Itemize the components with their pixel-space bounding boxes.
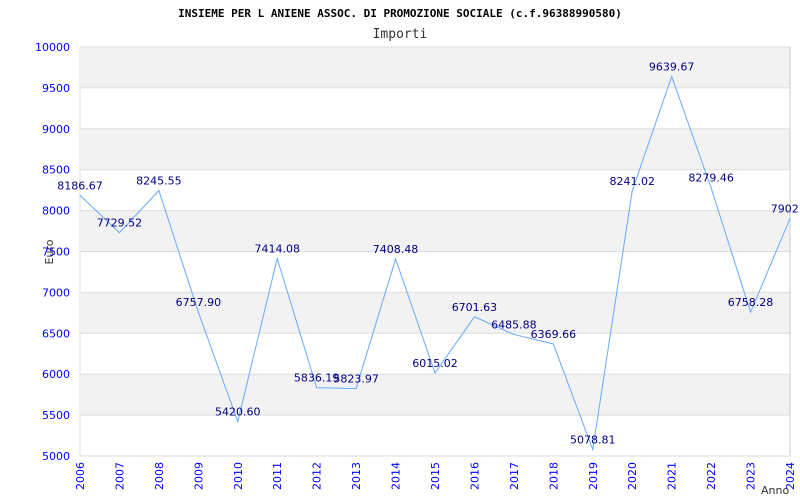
data-label: 9639.67 xyxy=(649,60,695,73)
x-tick-label: 2013 xyxy=(350,462,363,490)
x-tick-label: 2015 xyxy=(429,462,442,490)
data-point xyxy=(473,316,475,318)
x-tick-label: 2018 xyxy=(547,462,560,490)
data-point xyxy=(355,388,357,390)
x-tick-label: 2017 xyxy=(508,462,521,490)
data-label: 7729.52 xyxy=(97,217,143,230)
y-tick-label: 5500 xyxy=(42,409,70,422)
data-label: 7902.6 xyxy=(771,203,800,216)
data-label: 6015.02 xyxy=(412,357,458,370)
grid-band xyxy=(80,128,790,170)
grid-band xyxy=(80,374,790,416)
chart-title: INSIEME PER L ANIENE ASSOC. DI PROMOZION… xyxy=(178,7,622,20)
data-point xyxy=(276,258,278,260)
data-label: 8245.55 xyxy=(136,175,182,188)
y-tick-label: 5000 xyxy=(42,450,70,463)
data-point xyxy=(316,387,318,389)
y-tick-label: 8000 xyxy=(42,205,70,218)
data-label: 5078.81 xyxy=(570,434,616,447)
data-point xyxy=(671,75,673,77)
data-point xyxy=(552,343,554,345)
data-label: 8186.67 xyxy=(57,179,103,192)
data-label: 8241.02 xyxy=(609,175,655,188)
data-label: 6757.90 xyxy=(176,296,222,309)
chart-subtitle: Importi xyxy=(373,27,428,42)
y-tick-label: 6500 xyxy=(42,327,70,340)
x-tick-label: 2006 xyxy=(74,462,87,490)
x-tick-label: 2008 xyxy=(153,462,166,490)
x-tick-label: 2014 xyxy=(390,462,403,490)
data-point xyxy=(237,421,239,423)
chart-container: INSIEME PER L ANIENE ASSOC. DI PROMOZION… xyxy=(0,0,800,500)
x-tick-label: 2012 xyxy=(311,462,324,490)
y-tick-label: 7500 xyxy=(42,246,70,259)
data-label: 5823.97 xyxy=(333,373,379,386)
data-point xyxy=(158,190,160,192)
line-chart: INSIEME PER L ANIENE ASSOC. DI PROMOZION… xyxy=(35,7,800,497)
x-tick-label: 2007 xyxy=(113,462,126,490)
data-label: 8279.46 xyxy=(688,172,734,185)
x-tick-label: 2019 xyxy=(587,462,600,490)
y-tick-label: 10000 xyxy=(35,41,70,54)
x-tick-label: 2009 xyxy=(192,462,205,490)
x-tick-label: 2011 xyxy=(271,462,284,490)
data-point xyxy=(118,232,120,234)
data-point xyxy=(592,449,594,451)
data-point xyxy=(631,190,633,192)
x-tick-label: 2016 xyxy=(468,462,481,490)
y-tick-label: 9500 xyxy=(42,82,70,95)
data-label: 6758.28 xyxy=(728,296,774,309)
data-label: 6701.63 xyxy=(452,301,498,314)
y-tick-label: 6000 xyxy=(42,368,70,381)
x-tick-label: 2022 xyxy=(705,462,718,490)
y-tick-label: 8500 xyxy=(42,164,70,177)
x-tick-label: 2024 xyxy=(784,462,797,490)
y-tick-label: 7000 xyxy=(42,286,70,299)
x-tick-label: 2020 xyxy=(626,462,639,490)
data-point xyxy=(750,311,752,313)
x-tick-label: 2010 xyxy=(232,462,245,490)
data-point xyxy=(710,187,712,189)
data-label: 7414.08 xyxy=(254,243,300,256)
x-tick-label: 2021 xyxy=(666,462,679,490)
data-label: 5420.60 xyxy=(215,406,261,419)
data-point xyxy=(789,218,791,220)
data-label: 7408.48 xyxy=(373,243,419,256)
data-point xyxy=(434,372,436,374)
y-tick-label: 9000 xyxy=(42,123,70,136)
grid-band xyxy=(80,210,790,252)
data-point xyxy=(513,333,515,335)
data-point xyxy=(79,194,81,196)
data-label: 6369.66 xyxy=(531,328,577,341)
data-point xyxy=(197,311,199,313)
data-point xyxy=(395,258,397,260)
x-tick-label: 2023 xyxy=(745,462,758,490)
